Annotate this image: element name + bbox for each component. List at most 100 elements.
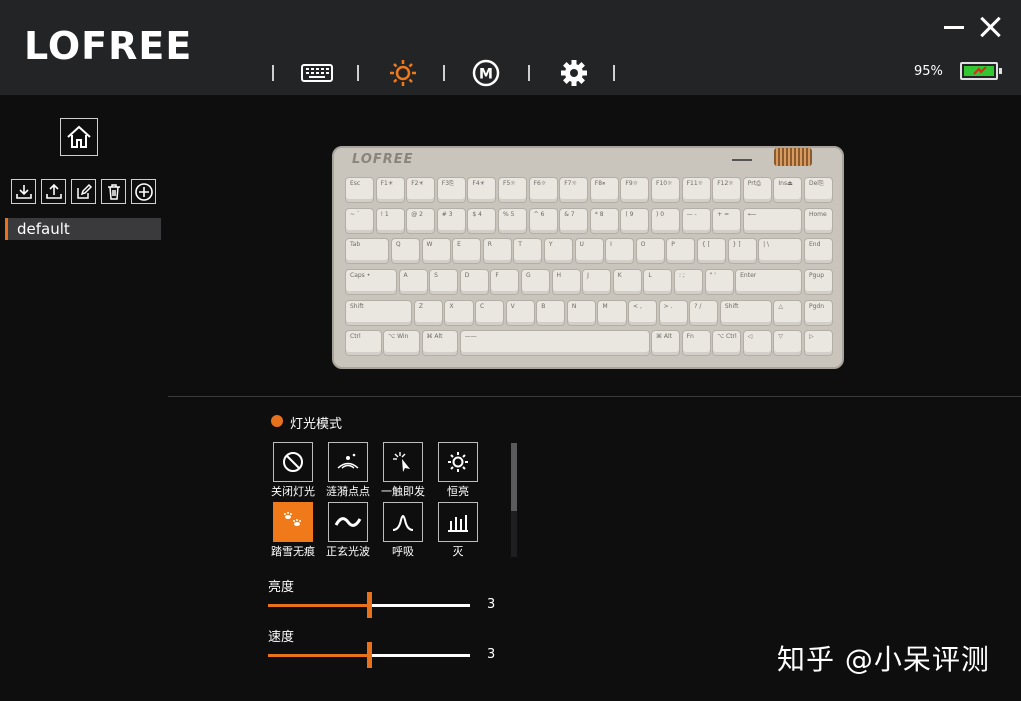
key[interactable]: F1☀: [375, 177, 405, 203]
key[interactable]: ⌥ Ctrl: [712, 330, 742, 356]
key[interactable]: F3⎘: [436, 177, 466, 203]
mode-touch[interactable]: [383, 442, 423, 482]
key[interactable]: F2☀: [406, 177, 436, 203]
key[interactable]: ) 0: [651, 208, 681, 234]
key[interactable]: C: [475, 300, 505, 326]
key[interactable]: | \: [758, 238, 803, 264]
key[interactable]: & 7: [559, 208, 589, 234]
key[interactable]: D: [459, 269, 489, 295]
key[interactable]: F8⏸: [589, 177, 619, 203]
scrollbar-thumb[interactable]: [511, 443, 517, 511]
key[interactable]: Pgup: [804, 269, 834, 295]
tab-keyboard[interactable]: [300, 58, 334, 88]
key[interactable]: ! 1: [375, 208, 405, 234]
export-button[interactable]: [41, 179, 66, 204]
key[interactable]: Ins⏏: [773, 177, 803, 203]
key[interactable]: V: [505, 300, 535, 326]
key[interactable]: L: [643, 269, 673, 295]
key[interactable]: ( 9: [620, 208, 650, 234]
key[interactable]: Ctrl: [345, 330, 382, 356]
speed-slider[interactable]: [268, 642, 470, 668]
key[interactable]: ⟵: [742, 208, 803, 234]
mode-sine-wave[interactable]: [328, 502, 368, 542]
key[interactable]: F5☼: [498, 177, 528, 203]
key[interactable]: U: [574, 238, 604, 264]
key[interactable]: F6☼: [528, 177, 558, 203]
key[interactable]: { [: [696, 238, 726, 264]
key[interactable]: > .: [658, 300, 688, 326]
key[interactable]: < ,: [628, 300, 658, 326]
key[interactable]: Pgdn: [804, 300, 834, 326]
key[interactable]: + =: [712, 208, 742, 234]
key[interactable]: ? /: [689, 300, 719, 326]
key[interactable]: @ 2: [406, 208, 436, 234]
key[interactable]: ⌘ Alt: [421, 330, 459, 356]
edit-button[interactable]: [71, 179, 96, 204]
key[interactable]: ▷: [804, 330, 834, 356]
key[interactable]: F: [490, 269, 520, 295]
key[interactable]: Shift: [719, 300, 772, 326]
key[interactable]: Esc: [345, 177, 375, 203]
delete-button[interactable]: [101, 179, 126, 204]
close-button[interactable]: [978, 14, 1002, 40]
mode-off[interactable]: [273, 442, 313, 482]
mode-ripple[interactable]: [328, 442, 368, 482]
key[interactable]: " ': [704, 269, 734, 295]
key[interactable]: O: [635, 238, 665, 264]
minimize-button[interactable]: [944, 26, 964, 29]
key[interactable]: H: [551, 269, 581, 295]
key[interactable]: ▽: [773, 330, 803, 356]
key[interactable]: ◁: [742, 330, 772, 356]
mode-constant[interactable]: [438, 442, 478, 482]
home-button[interactable]: [60, 118, 98, 156]
mode-snow-step[interactable]: [273, 502, 313, 542]
key[interactable]: F7☼: [559, 177, 589, 203]
key[interactable]: Fn: [681, 330, 711, 356]
speed-slider-handle[interactable]: [367, 642, 372, 668]
key[interactable]: ~ `: [345, 208, 375, 234]
key[interactable]: B: [536, 300, 566, 326]
key[interactable]: G: [520, 269, 551, 295]
key[interactable]: M: [597, 300, 627, 326]
key[interactable]: F11☼: [681, 177, 711, 203]
key[interactable]: Q: [390, 238, 420, 264]
tab-settings[interactable]: [557, 58, 591, 88]
key[interactable]: F10☼: [651, 177, 681, 203]
brightness-slider-handle[interactable]: [367, 592, 372, 618]
key[interactable]: : ;: [673, 269, 704, 295]
key[interactable]: F9☼: [620, 177, 650, 203]
modes-scrollbar[interactable]: [511, 443, 517, 557]
key[interactable]: Enter: [735, 269, 803, 295]
key[interactable]: X: [444, 300, 474, 326]
key[interactable]: T: [513, 238, 543, 264]
key[interactable]: F4☀: [467, 177, 497, 203]
key[interactable]: N: [566, 300, 596, 326]
key[interactable]: △: [773, 300, 803, 326]
key[interactable]: Z: [413, 300, 443, 326]
key[interactable]: E: [452, 238, 482, 264]
key[interactable]: End: [804, 238, 834, 264]
tab-lighting[interactable]: [386, 58, 420, 88]
tab-macro[interactable]: M: [469, 58, 503, 88]
key[interactable]: } ]: [727, 238, 757, 264]
key[interactable]: A: [398, 269, 428, 295]
key[interactable]: * 8: [589, 208, 619, 234]
key[interactable]: $ 4: [467, 208, 497, 234]
mode-breath[interactable]: [383, 502, 423, 542]
key[interactable]: ⌘ Alt: [651, 330, 681, 356]
key[interactable]: P: [666, 238, 696, 264]
key[interactable]: Home: [804, 208, 834, 234]
key[interactable]: # 3: [436, 208, 466, 234]
mode-fade[interactable]: [438, 502, 478, 542]
key[interactable]: Tab: [345, 238, 390, 264]
key[interactable]: ——: [459, 330, 650, 356]
key[interactable]: S: [429, 269, 459, 295]
key[interactable]: Shift: [345, 300, 413, 326]
key[interactable]: J: [582, 269, 612, 295]
profile-item-default[interactable]: default: [5, 218, 161, 240]
key[interactable]: I: [605, 238, 635, 264]
import-button[interactable]: [11, 179, 36, 204]
key[interactable]: W: [421, 238, 451, 264]
key[interactable]: Caps •: [345, 269, 398, 295]
key[interactable]: Prt⎙: [742, 177, 772, 203]
